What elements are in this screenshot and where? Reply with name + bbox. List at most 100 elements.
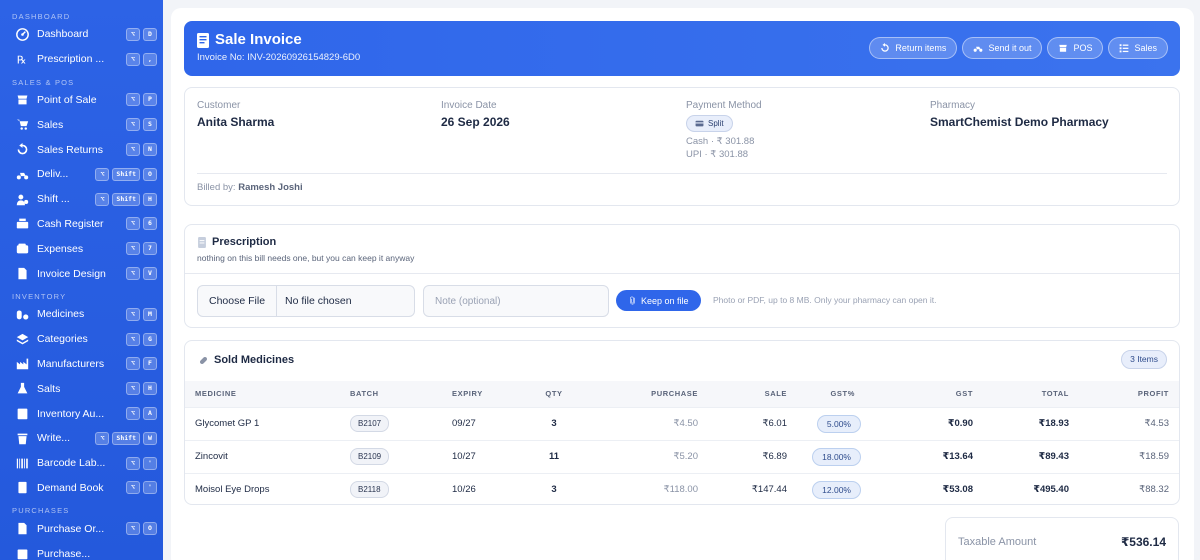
- sold-medicines-title: Sold Medicines: [198, 354, 294, 366]
- sidebar-item-sales-returns[interactable]: Sales Returns ⌥ N: [0, 137, 163, 162]
- cash-amount: Cash · ₹ 301.88: [686, 136, 755, 147]
- note-input[interactable]: [423, 285, 609, 317]
- medicine-name: Moisol Eye Drops: [185, 472, 350, 504]
- gst-percent-badge: 12.00%: [812, 480, 861, 499]
- purchase-price: ₹118.00: [574, 472, 698, 504]
- flask-icon: [15, 382, 29, 396]
- sidebar-item-demand-book[interactable]: Demand Book ⌥ ': [0, 476, 163, 501]
- sidebar-item-categories[interactable]: Categories ⌥ G: [0, 327, 163, 352]
- sidebar-item-point-of-sale[interactable]: Point of Sale ⌥ P: [0, 88, 163, 113]
- column-header[interactable]: PROFIT: [1069, 381, 1179, 407]
- upload-hint: Photo or PDF, up to 8 MB. Only your phar…: [713, 295, 937, 305]
- sidebar-item-medicines[interactable]: Medicines ⌥ M: [0, 302, 163, 327]
- sidebar-item-label: Purchase...: [37, 547, 91, 560]
- sidebar-item-barcode-labels[interactable]: Barcode Lab... ⌥ ': [0, 451, 163, 476]
- keep-on-file-button[interactable]: Keep on file: [616, 290, 701, 311]
- shortcut-key: ⌥: [126, 143, 140, 157]
- gst-amount: ₹13.64: [871, 439, 973, 473]
- sidebar-item-deliveries[interactable]: Deliv... ⌥ Shift O: [0, 162, 163, 187]
- column-header[interactable]: MEDICINE: [185, 381, 350, 407]
- return-items-button[interactable]: Return items: [869, 37, 958, 59]
- quantity: 3: [534, 472, 574, 504]
- sidebar-item-inventory-audit[interactable]: Inventory Au... ⌥ A: [0, 401, 163, 426]
- shortcut-key: ⌥: [126, 52, 140, 66]
- expiry: 10/26: [452, 472, 534, 504]
- pill-icon: [199, 356, 208, 364]
- invoice-date-label: Invoice Date: [441, 100, 497, 111]
- prescription-icon: ℞: [15, 52, 29, 66]
- sidebar-item-label: Expenses: [37, 242, 84, 255]
- shortcut-key: O: [143, 167, 157, 181]
- sidebar-item-label: Invoice Design: [37, 267, 106, 280]
- table-row[interactable]: Moisol Eye Drops B2118 10/26 3 ₹118.00 ₹…: [185, 472, 1179, 504]
- gst-percent-badge: 18.00%: [812, 447, 861, 466]
- column-header[interactable]: GST%: [787, 381, 871, 407]
- sidebar-item-invoice-design[interactable]: Invoice Design ⌥ V: [0, 261, 163, 286]
- sidebar-item-cash-register[interactable]: Cash Register ⌥ 6: [0, 212, 163, 237]
- shortcut-key: H: [143, 382, 157, 396]
- trash-icon: [15, 431, 29, 445]
- sidebar-item-salts[interactable]: Salts ⌥ H: [0, 376, 163, 401]
- button-label: Keep on file: [641, 295, 689, 306]
- column-header[interactable]: PURCHASE: [574, 381, 698, 407]
- card-icon: [695, 120, 704, 127]
- quantity: 3: [534, 406, 574, 440]
- sidebar-item-write-offs[interactable]: Write... ⌥ Shift W: [0, 426, 163, 451]
- prescription-card: Prescription nothing on this bill needs …: [184, 224, 1180, 328]
- shortcut-key: ⌥: [126, 481, 140, 495]
- column-header[interactable]: SALE: [698, 381, 787, 407]
- column-header[interactable]: GST: [871, 381, 973, 407]
- sale-price: ₹6.01: [698, 406, 787, 440]
- sidebar-item-label: Inventory Au...: [37, 407, 105, 420]
- sidebar-item-expenses[interactable]: Expenses ⌥ 7: [0, 236, 163, 261]
- shortcut-key: N: [143, 143, 157, 157]
- shortcut-key: ⌥: [126, 93, 140, 107]
- shortcut-key: ⌥: [126, 267, 140, 281]
- file-input[interactable]: Choose File No file chosen: [197, 285, 415, 317]
- sidebar-item-purchase-orders[interactable]: Purchase Or... ⌥ O: [0, 516, 163, 541]
- shortcut-key: ⌥: [126, 307, 140, 321]
- sidebar-item-sales[interactable]: Sales ⌥ S: [0, 112, 163, 137]
- shortcut-key: P: [143, 93, 157, 107]
- send-it-out-button[interactable]: Send it out: [962, 37, 1043, 59]
- batch-badge: B2109: [350, 448, 390, 465]
- sidebar-item-label: Cash Register: [37, 217, 104, 230]
- shortcut-key: ,: [143, 52, 157, 66]
- button-label: Send it out: [988, 43, 1032, 53]
- billed-by-label: Billed by:: [197, 182, 236, 193]
- table-row[interactable]: Glycomet GP 1 B2107 09/27 3 ₹4.50 ₹6.01 …: [185, 406, 1179, 440]
- invoice-date: 26 Sep 2026: [441, 115, 510, 129]
- table-row[interactable]: Zincovit B2109 10/27 11 ₹5.20 ₹6.89 18.0…: [185, 439, 1179, 473]
- sidebar-item-shifts[interactable]: Shift ... ⌥ Shift H: [0, 187, 163, 212]
- shortcut-key: ⌥: [126, 407, 140, 421]
- column-header[interactable]: QTY: [534, 381, 574, 407]
- line-total: ₹89.43: [973, 439, 1069, 473]
- sold-medicines-table: MEDICINE BATCH EXPIRY QTY PURCHASE SALE …: [185, 381, 1179, 504]
- column-header[interactable]: BATCH: [350, 381, 452, 407]
- pharmacy-name: SmartChemist Demo Pharmacy: [930, 115, 1109, 129]
- shortcut-key: V: [143, 267, 157, 281]
- column-header[interactable]: EXPIRY: [452, 381, 534, 407]
- shortcut-key: ⌥: [126, 27, 140, 41]
- gst-amount: ₹0.90: [871, 406, 973, 440]
- payment-method-label: Payment Method: [686, 100, 762, 111]
- pos-button[interactable]: POS: [1047, 37, 1104, 59]
- sidebar-item-manufacturers[interactable]: Manufacturers ⌥ F: [0, 352, 163, 377]
- sidebar: DASHBOARD Dashboard ⌥ D ℞ Prescription ..…: [0, 0, 163, 560]
- prescription-doc-icon: [198, 236, 206, 248]
- item-count-badge: 3 Items: [1121, 350, 1167, 369]
- profit: ₹88.32: [1069, 472, 1179, 504]
- sidebar-item-purchases[interactable]: Purchase...: [0, 541, 163, 560]
- batch-badge: B2107: [350, 415, 390, 432]
- sidebar-item-label: Sales: [37, 118, 64, 131]
- shortcut-key: H: [143, 192, 157, 206]
- column-header[interactable]: TOTAL: [973, 381, 1069, 407]
- pos-icon: [15, 93, 29, 107]
- sidebar-item-prescriptions[interactable]: ℞ Prescription ... ⌥,: [0, 47, 163, 72]
- sidebar-item-dashboard[interactable]: Dashboard ⌥ D: [0, 22, 163, 47]
- gst-percent-badge: 5.00%: [816, 414, 861, 433]
- prescription-title-text: Prescription: [212, 236, 277, 248]
- sales-button[interactable]: Sales: [1108, 37, 1168, 59]
- sidebar-item-label: Categories: [37, 333, 88, 346]
- choose-file-button[interactable]: Choose File: [198, 286, 278, 316]
